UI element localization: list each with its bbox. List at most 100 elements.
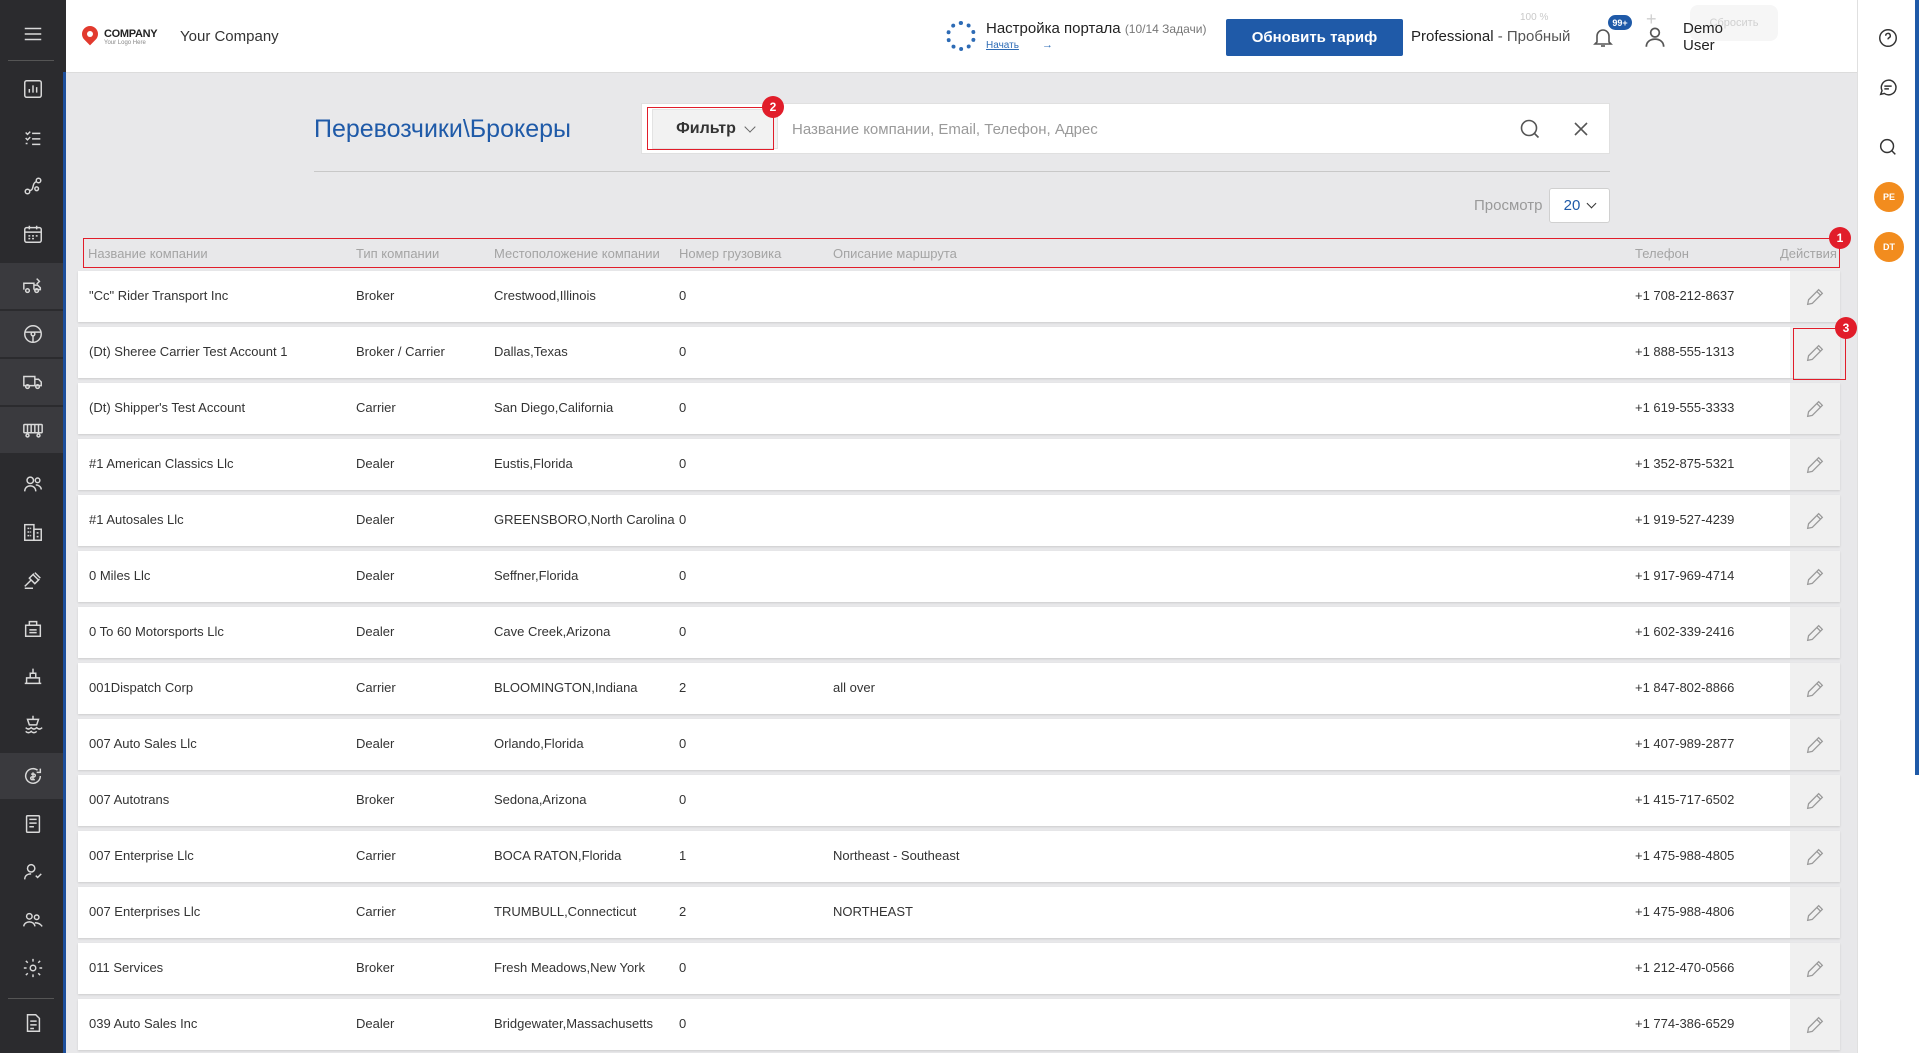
avatar[interactable]: PE (1874, 182, 1904, 212)
cell-type: Carrier (356, 904, 396, 919)
sidebar-divider (8, 998, 54, 999)
search-icon[interactable] (1518, 117, 1542, 141)
company-logo[interactable]: COMPANY Your Logo Here (80, 20, 172, 54)
table-row[interactable]: (Dt) Sheree Carrier Test Account 1 Broke… (78, 327, 1840, 378)
edit-button[interactable] (1790, 999, 1840, 1050)
cell-type: Dealer (356, 624, 395, 639)
edit-button[interactable] (1790, 943, 1840, 994)
table-header: Название компании Тип компании Местополо… (78, 238, 1840, 268)
settings-icon[interactable] (0, 945, 66, 991)
column-header-route[interactable]: Описание маршрута (833, 246, 957, 261)
edit-button[interactable] (1790, 831, 1840, 882)
cell-trucks: 0 (679, 792, 687, 807)
avatar[interactable]: DT (1874, 232, 1904, 262)
port-icon[interactable] (0, 701, 66, 747)
truck-icon[interactable] (0, 359, 66, 405)
terminal-icon[interactable] (0, 653, 66, 699)
cell-company: #1 Autosales Llc (89, 512, 184, 527)
cell-type: Carrier (356, 400, 396, 415)
column-header-company[interactable]: Название компании (88, 246, 208, 261)
scrollbar[interactable] (1915, 0, 1919, 775)
warehouse-icon[interactable] (0, 605, 66, 651)
cell-trucks: 0 (679, 400, 687, 415)
edit-button[interactable] (1790, 495, 1840, 546)
filter-label: Фильтр (676, 120, 736, 137)
ghost-percent: 100 % (1520, 12, 1549, 23)
column-header-type[interactable]: Тип компании (356, 246, 439, 261)
edit-button[interactable] (1790, 719, 1840, 770)
cell-location: Cave Creek,Arizona (494, 624, 611, 639)
table-row[interactable]: 007 Enterprise Llc Carrier BOCA RATON,Fl… (78, 831, 1840, 882)
table-row[interactable]: 007 Enterprises Llc Carrier TRUMBULL,Con… (78, 887, 1840, 938)
arrow-right-icon[interactable]: → (1042, 39, 1053, 51)
table-row[interactable]: 011 Services Broker Fresh Meadows,New Yo… (78, 943, 1840, 994)
cell-trucks: 0 (679, 456, 687, 471)
edit-button[interactable] (1790, 439, 1840, 490)
chat-icon[interactable] (1877, 76, 1901, 100)
edit-button[interactable] (1790, 663, 1840, 714)
cell-type: Dealer (356, 736, 395, 751)
table-row[interactable]: 007 Auto Sales Llc Dealer Orlando,Florid… (78, 719, 1840, 770)
table-row[interactable]: 039 Auto Sales Inc Dealer Bridgewater,Ma… (78, 999, 1840, 1050)
edit-button[interactable] (1790, 775, 1840, 826)
search-icon[interactable] (1877, 136, 1901, 160)
cell-phone: +1 352-875-5321 (1635, 456, 1735, 471)
search-input[interactable] (792, 111, 1492, 147)
upgrade-plan-button[interactable]: Обновить тариф (1226, 19, 1403, 56)
calendar-icon[interactable] (0, 211, 66, 257)
cell-phone: +1 917-969-4714 (1635, 568, 1735, 583)
help-icon[interactable] (1877, 27, 1901, 51)
auction-icon[interactable] (0, 557, 66, 603)
cell-route: all over (833, 680, 875, 695)
edit-button[interactable] (1790, 383, 1840, 434)
billing-icon[interactable] (0, 753, 66, 799)
user-name[interactable]: Demo User (1683, 20, 1743, 54)
table-row[interactable]: 007 Autotrans Broker Sedona,Arizona 0 +1… (78, 775, 1840, 826)
routes-icon[interactable] (0, 163, 66, 209)
dashboard-icon[interactable] (0, 66, 66, 112)
edit-button[interactable] (1790, 887, 1840, 938)
user-settings-icon[interactable] (0, 849, 66, 895)
table-row[interactable]: #1 American Classics Llc Dealer Eustis,F… (78, 439, 1840, 490)
menu-icon[interactable] (0, 11, 66, 57)
filter-button[interactable]: Фильтр (652, 109, 778, 149)
column-header-location[interactable]: Местоположение компании (494, 246, 660, 261)
cell-phone: +1 415-717-6502 (1635, 792, 1735, 807)
table-row[interactable]: "Cc" Rider Transport Inc Broker Crestwoo… (78, 271, 1840, 322)
column-header-trucks[interactable]: Номер грузовика (679, 246, 781, 261)
table-row[interactable]: #1 Autosales Llc Dealer GREENSBORO,North… (78, 495, 1840, 546)
table-row[interactable]: 001Dispatch Corp Carrier BLOOMINGTON,Ind… (78, 663, 1840, 714)
edit-button[interactable] (1790, 327, 1840, 378)
edit-button[interactable] (1790, 607, 1840, 658)
table-row[interactable]: 0 Miles Llc Dealer Seffner,Florida 0 +1 … (78, 551, 1840, 602)
trailer-icon[interactable] (0, 407, 66, 453)
team-icon[interactable] (0, 897, 66, 943)
steering-wheel-icon[interactable] (0, 311, 66, 357)
table-row[interactable]: 0 To 60 Motorsports Llc Dealer Cave Cree… (78, 607, 1840, 658)
cell-company: 001Dispatch Corp (89, 680, 194, 695)
cell-company: 007 Enterprises Llc (89, 904, 201, 919)
contacts-icon[interactable] (0, 461, 66, 507)
portal-start-link[interactable]: Начать (986, 40, 1019, 51)
page-size-select[interactable]: 20 (1549, 188, 1610, 223)
annotation-marker: 1 (1829, 227, 1851, 249)
user-icon[interactable] (1642, 24, 1668, 50)
tasks-icon[interactable] (0, 115, 66, 161)
table-row[interactable]: (Dt) Shipper's Test Account Carrier San … (78, 383, 1840, 434)
dispatch-icon[interactable] (0, 263, 66, 309)
top-bar: COMPANY Your Logo Here Your Company Наст… (66, 0, 1857, 73)
close-icon[interactable] (1569, 117, 1593, 141)
title-divider (314, 171, 1610, 172)
buildings-icon[interactable] (0, 509, 66, 555)
column-header-phone[interactable]: Телефон (1635, 246, 1689, 261)
pencil-icon (1806, 960, 1824, 977)
reports-icon[interactable] (0, 801, 66, 847)
cell-trucks: 0 (679, 288, 687, 303)
edit-button[interactable] (1790, 551, 1840, 602)
document-icon[interactable] (0, 1000, 66, 1046)
company-name: Your Company (180, 28, 279, 45)
cell-type: Broker (356, 792, 395, 807)
portal-title: Настройка портала (986, 20, 1121, 37)
plan-name: Professional (1411, 28, 1494, 45)
edit-button[interactable] (1790, 271, 1840, 322)
